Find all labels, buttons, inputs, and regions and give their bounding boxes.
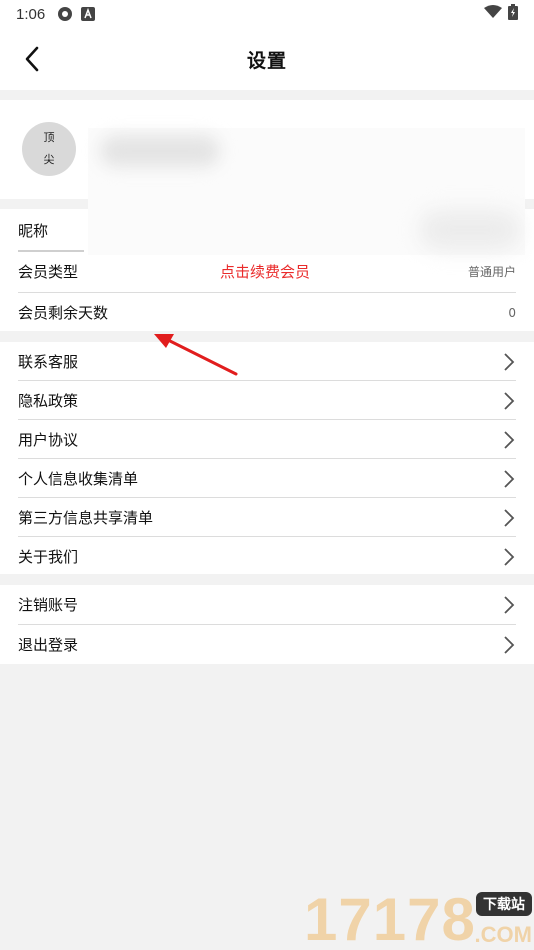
account-menu-card: 注销账号 退出登录 [0,585,534,664]
watermark-number: 17178 [304,886,476,950]
page-title: 设置 [246,50,287,72]
menu-item-label: 退出登录 [18,636,79,654]
battery-icon [508,4,518,24]
status-right [484,4,518,24]
menu-item-about-us[interactable]: 关于我们 [18,537,516,576]
avatar-text-line1: 顶 [43,131,55,144]
menu-item-third-party-sharing[interactable]: 第三方信息共享清单 [18,498,516,537]
chevron-right-icon [502,508,516,528]
watermark-badge: 下载站 [476,892,532,916]
watermark-logo: 17178 下载站 .COM [304,888,534,950]
menu-item-delete-account[interactable]: 注销账号 [18,585,516,624]
nickname-label: 昵称 [18,222,49,240]
menu-item-label: 个人信息收集清单 [18,470,139,488]
chevron-right-icon [502,352,516,372]
menu-item-user-agreement[interactable]: 用户协议 [18,420,516,459]
chevron-right-icon [502,391,516,411]
menu-item-logout[interactable]: 退出登录 [18,625,516,664]
wifi-icon [484,5,502,23]
blurred-overlay [100,135,220,167]
status-time: 1:06 [16,5,46,23]
chevron-right-icon [502,595,516,615]
menu-item-label: 隐私政策 [18,392,79,410]
days-left-row: 会员剩余天数 0 [18,293,516,332]
chevron-right-icon [502,430,516,450]
watermark-domain: .COM [474,922,532,947]
menu-item-privacy-policy[interactable]: 隐私政策 [18,381,516,420]
member-type-label: 会员类型 [18,263,79,281]
chevron-right-icon [502,469,516,489]
blurred-overlay [420,210,520,250]
avatar[interactable]: 顶 尖 [22,122,76,176]
status-bar: 1:06 [0,0,534,28]
menu-item-label: 关于我们 [18,548,79,566]
days-left-value: 0 [508,305,516,320]
chevron-right-icon [502,635,516,655]
annotation-arrow-icon [154,334,238,376]
menu-item-label: 注销账号 [18,596,79,614]
header: 设置 [0,28,534,90]
days-left-label: 会员剩余天数 [18,304,109,322]
a-notification-icon [81,7,96,21]
member-type-value: 普通用户 [467,265,516,279]
renew-membership-link[interactable]: 点击续费会员 [220,252,310,291]
menu-item-contact-service[interactable]: 联系客服 [18,342,516,381]
info-menu-card: 联系客服 隐私政策 用户协议 个人信息收集清单 第三方信息共享清单 关于我们 [0,342,534,574]
menu-item-label: 联系客服 [18,353,79,371]
app-notification-icon [57,6,73,22]
avatar-text-line2: 尖 [43,153,55,166]
chevron-right-icon [502,547,516,567]
menu-item-label: 第三方信息共享清单 [18,509,154,527]
menu-item-label: 用户协议 [18,431,79,449]
menu-item-personal-info-list[interactable]: 个人信息收集清单 [18,459,516,498]
